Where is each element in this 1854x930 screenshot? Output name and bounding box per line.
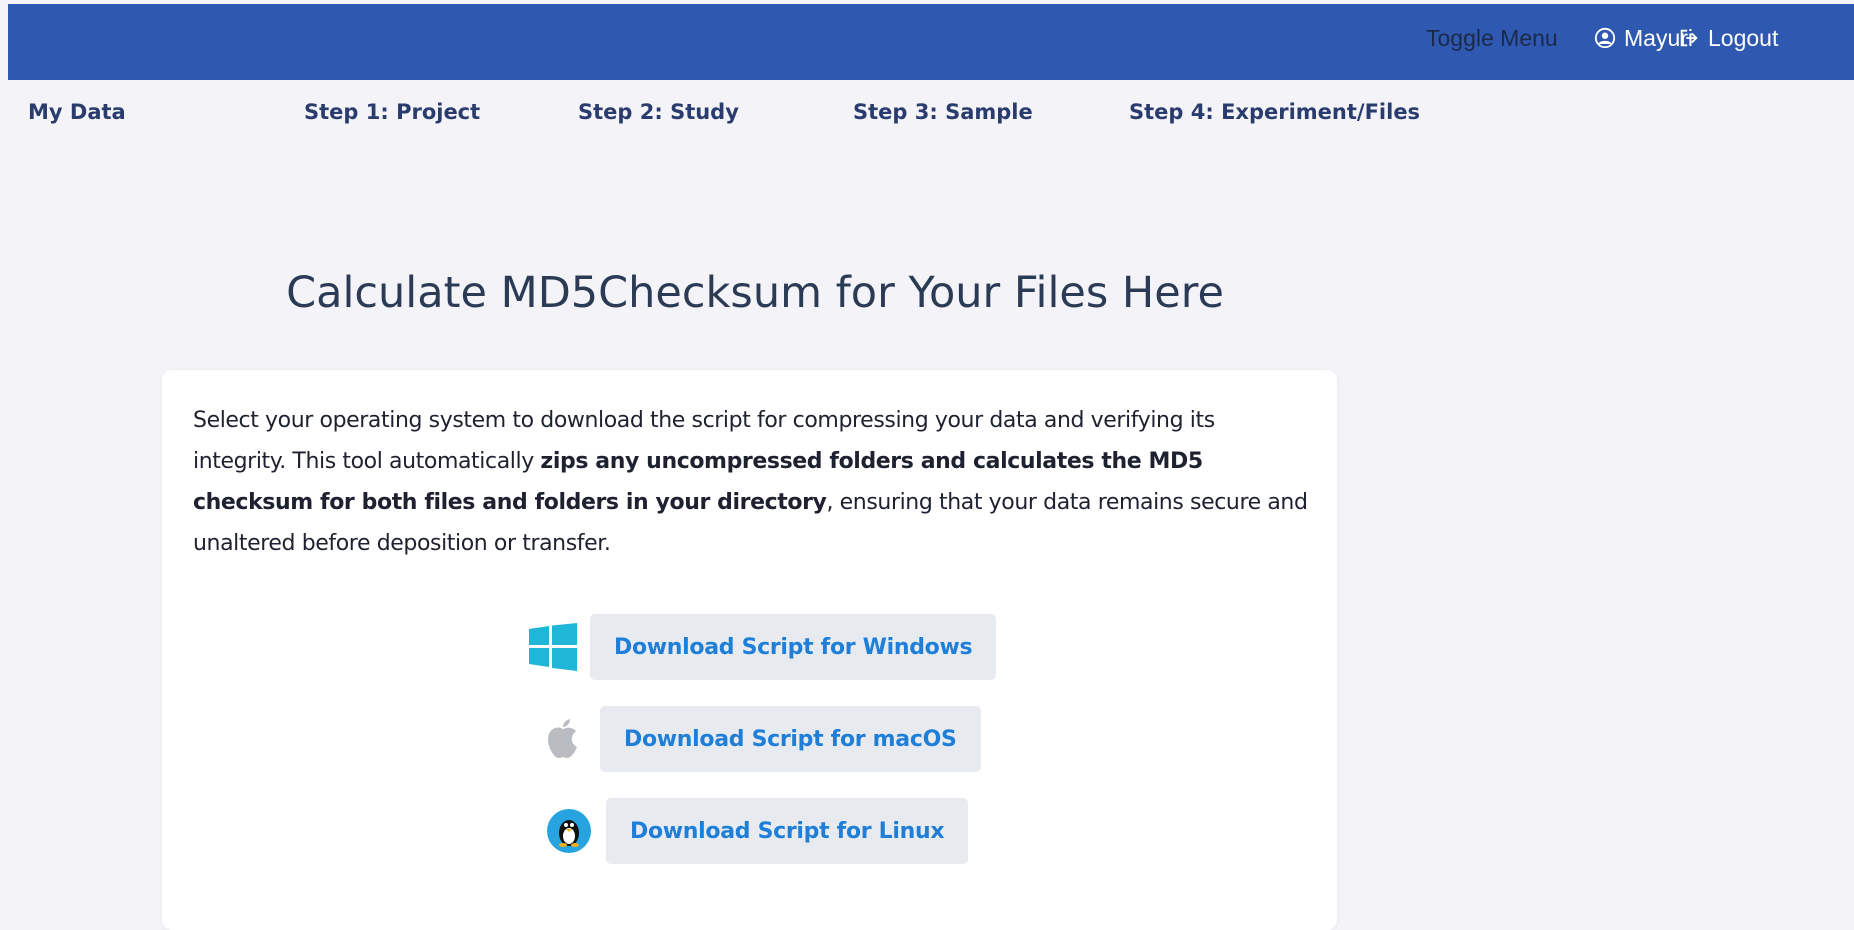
download-row-macos: Download Script for macOS: [538, 706, 981, 772]
download-macos-button[interactable]: Download Script for macOS: [600, 706, 981, 772]
download-windows-button[interactable]: Download Script for Windows: [590, 614, 997, 680]
nav-step-experiment-files[interactable]: Step 4: Experiment/Files: [1129, 100, 1420, 124]
nav-step-sample[interactable]: Step 3: Sample: [853, 100, 1033, 124]
step-navigation: My Data Step 1: Project Step 2: Study St…: [0, 80, 1854, 150]
top-navbar: Toggle Menu Mayuri Logout: [8, 4, 1854, 80]
nav-step-study[interactable]: Step 2: Study: [578, 100, 739, 124]
card-description: Select your operating system to download…: [193, 400, 1313, 564]
toggle-menu-label: Toggle Menu: [1426, 24, 1558, 51]
nav-my-data[interactable]: My Data: [28, 100, 126, 124]
toggle-menu-button[interactable]: Toggle Menu: [1426, 4, 1558, 72]
download-row-linux: Download Script for Linux: [544, 798, 969, 864]
windows-logo-icon: [528, 622, 578, 672]
user-circle-icon: [1594, 27, 1616, 49]
page-title: Calculate MD5Checksum for Your Files Her…: [286, 268, 1224, 318]
logout-label: Logout: [1708, 24, 1779, 51]
nav-step-project[interactable]: Step 1: Project: [304, 100, 480, 124]
apple-logo-icon: [538, 714, 588, 764]
checksum-card: Select your operating system to download…: [162, 370, 1337, 930]
download-row-windows: Download Script for Windows: [528, 614, 997, 680]
logout-button[interactable]: Logout: [1678, 4, 1778, 72]
linux-tux-icon: [544, 806, 594, 856]
download-linux-button[interactable]: Download Script for Linux: [606, 798, 969, 864]
logout-icon: [1680, 29, 1698, 47]
